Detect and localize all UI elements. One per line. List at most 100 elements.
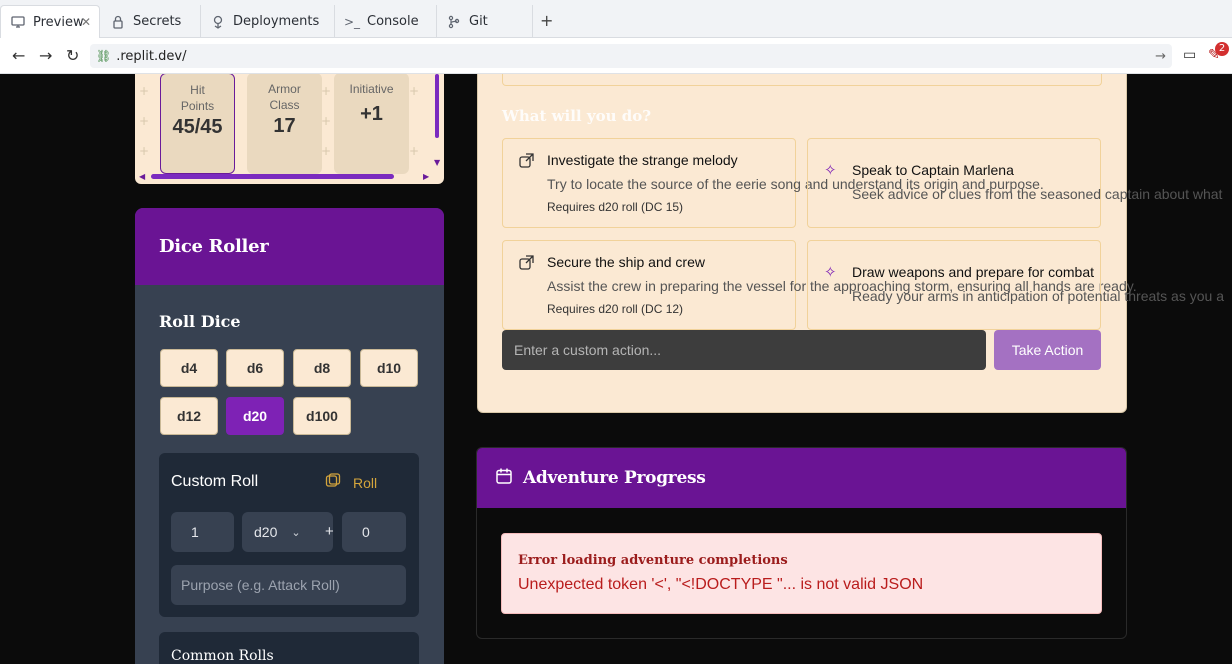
devices-icon[interactable]: ▭ (1183, 47, 1196, 63)
custom-roll-title: Custom Roll (171, 473, 259, 490)
die-button-d8[interactable]: d8 (293, 349, 351, 387)
close-icon[interactable]: ✕ (81, 15, 91, 29)
stat-hit-points: Hit Points 45/45 (160, 74, 235, 174)
tab-git[interactable]: Git (437, 5, 533, 38)
pattern-plus: + (321, 114, 332, 128)
die-button-d100[interactable]: d100 (293, 397, 351, 435)
sparkle-icon: ✧ (824, 264, 837, 281)
pattern-plus: + (139, 144, 150, 158)
adventure-progress-title: Adventure Progress (523, 468, 706, 488)
modifier-input[interactable]: 0 (342, 512, 406, 552)
action-option[interactable]: ✧ Draw weapons and prepare for combat Re… (807, 240, 1224, 330)
option-title: Draw weapons and prepare for combat (852, 264, 1095, 280)
plus-sign: + (325, 523, 334, 540)
choices-heading: What will you do? (502, 107, 651, 125)
roll-dice-heading: Roll Dice (159, 312, 241, 331)
monitor-icon (11, 15, 25, 29)
die-button-d12[interactable]: d12 (160, 397, 218, 435)
adventure-progress-panel: Adventure Progress Error loading adventu… (476, 447, 1127, 639)
die-button-d10[interactable]: d10 (360, 349, 418, 387)
address-bar: ← → ↻ ⛓ .replit.dev/ → ▭ ✎ 2 (0, 38, 1232, 74)
action-option[interactable]: Investigate the strange melody Try to lo… (502, 138, 1044, 228)
browser-tab-bar: Preview ✕ Secrets Deployments >_ Console… (0, 0, 1232, 38)
pattern-plus: + (409, 84, 420, 98)
scroll-left-icon[interactable]: ◀ (139, 172, 145, 181)
stat-value: 45/45 (172, 116, 223, 138)
stat-armor-class: Armor Class 17 (247, 74, 322, 174)
deploy-icon (211, 15, 225, 29)
terminal-icon: >_ (343, 14, 361, 29)
url-text: .replit.dev/ (116, 48, 187, 64)
pattern-plus: + (409, 144, 420, 158)
action-option[interactable]: ✧ Speak to Captain Marlena Seek advice o… (807, 138, 1222, 228)
die-type-value: d20 (254, 524, 278, 540)
take-action-button[interactable]: Take Action (994, 330, 1101, 370)
stat-label: Armor Class (268, 82, 301, 112)
die-button-d20[interactable]: d20 (226, 397, 284, 435)
tab-secrets[interactable]: Secrets (101, 5, 201, 38)
lock-icon (111, 15, 125, 29)
option-title: Speak to Captain Marlena (852, 162, 1014, 178)
scenario-panel: What will you do? Investigate the strang… (477, 74, 1224, 413)
custom-roll-section: Custom Roll Roll 1 d20 ⌄ + 0 Purpose (e.… (159, 453, 419, 617)
pattern-plus: + (321, 84, 332, 98)
narrative-card (502, 74, 1102, 86)
dice-roller-panel: Dice Roller Roll Dice d4 d6 d8 d10 d12 d… (135, 208, 444, 664)
option-title: Investigate the strange melody (547, 152, 738, 168)
external-link-icon (519, 153, 534, 171)
stat-label: Hit Points (180, 83, 215, 113)
custom-action-input[interactable]: Enter a custom action... (502, 330, 986, 370)
stat-label: Initiative (349, 82, 394, 96)
die-type-select[interactable]: d20 ⌄ (242, 512, 333, 552)
stat-initiative: Initiative +1 (334, 74, 409, 174)
tab-label: Deployments (233, 14, 320, 29)
stat-value: +1 (360, 103, 383, 125)
new-tab-button[interactable]: + (540, 11, 553, 30)
forward-icon[interactable]: → (39, 46, 52, 65)
calendar-icon (495, 467, 513, 489)
tab-deployments[interactable]: Deployments (201, 5, 335, 38)
adventure-progress-header: Adventure Progress (477, 448, 1126, 508)
link-icon: ⛓ (96, 49, 112, 63)
dice-count-input[interactable]: 1 (171, 512, 234, 552)
scroll-right-icon[interactable]: ▶ (423, 172, 429, 181)
url-field[interactable]: ⛓ .replit.dev/ → (90, 44, 1172, 68)
roll-label: Roll (353, 474, 378, 491)
action-option[interactable]: Secure the ship and crew Assist the crew… (502, 240, 1137, 330)
character-stats-panel: + + + Hit Points 45/45 Armor Class 17 In… (135, 74, 444, 184)
roll-requirement: Requires d20 roll (DC 12) (547, 302, 684, 316)
dice-icon (325, 473, 341, 492)
tab-preview[interactable]: Preview ✕ (0, 5, 100, 38)
dice-roller-title: Dice Roller (159, 236, 269, 257)
common-rolls-section: Common Rolls (159, 632, 419, 664)
option-description: Ready your arms in anticipation of poten… (852, 288, 1224, 304)
tab-label: Git (469, 14, 488, 29)
error-message: Unexpected token '<', "<!DOCTYPE "... is… (518, 576, 924, 593)
die-button-d6[interactable]: d6 (226, 349, 284, 387)
tab-console[interactable]: >_ Console (335, 5, 437, 38)
pattern-plus: + (321, 144, 332, 158)
external-link-icon (519, 255, 534, 273)
vertical-scrollbar[interactable] (435, 74, 439, 138)
option-description: Seek advice or clues from the seasoned c… (852, 186, 1223, 202)
tab-label: Secrets (133, 14, 182, 29)
pattern-plus: + (139, 114, 150, 128)
chevron-down-icon: ⌄ (291, 526, 301, 539)
go-icon[interactable]: → (1155, 49, 1166, 64)
option-title: Secure the ship and crew (547, 254, 705, 270)
stat-value: 17 (273, 115, 296, 137)
purpose-input[interactable]: Purpose (e.g. Attack Roll) (171, 565, 406, 605)
back-icon[interactable]: ← (12, 46, 25, 65)
tab-label: Console (367, 14, 419, 29)
scroll-down-icon[interactable]: ▼ (434, 158, 440, 167)
reload-icon[interactable]: ↻ (66, 46, 79, 65)
common-rolls-title: Common Rolls (171, 648, 274, 664)
custom-roll-button[interactable]: Roll (325, 473, 377, 492)
roll-requirement: Requires d20 roll (DC 15) (547, 200, 684, 214)
notification-badge: 2 (1215, 42, 1229, 56)
sparkle-icon: ✧ (824, 162, 837, 179)
tab-label: Preview (33, 14, 84, 30)
horizontal-scrollbar[interactable] (151, 174, 394, 179)
die-button-d4[interactable]: d4 (160, 349, 218, 387)
app-page: + + + Hit Points 45/45 Armor Class 17 In… (0, 74, 1232, 664)
